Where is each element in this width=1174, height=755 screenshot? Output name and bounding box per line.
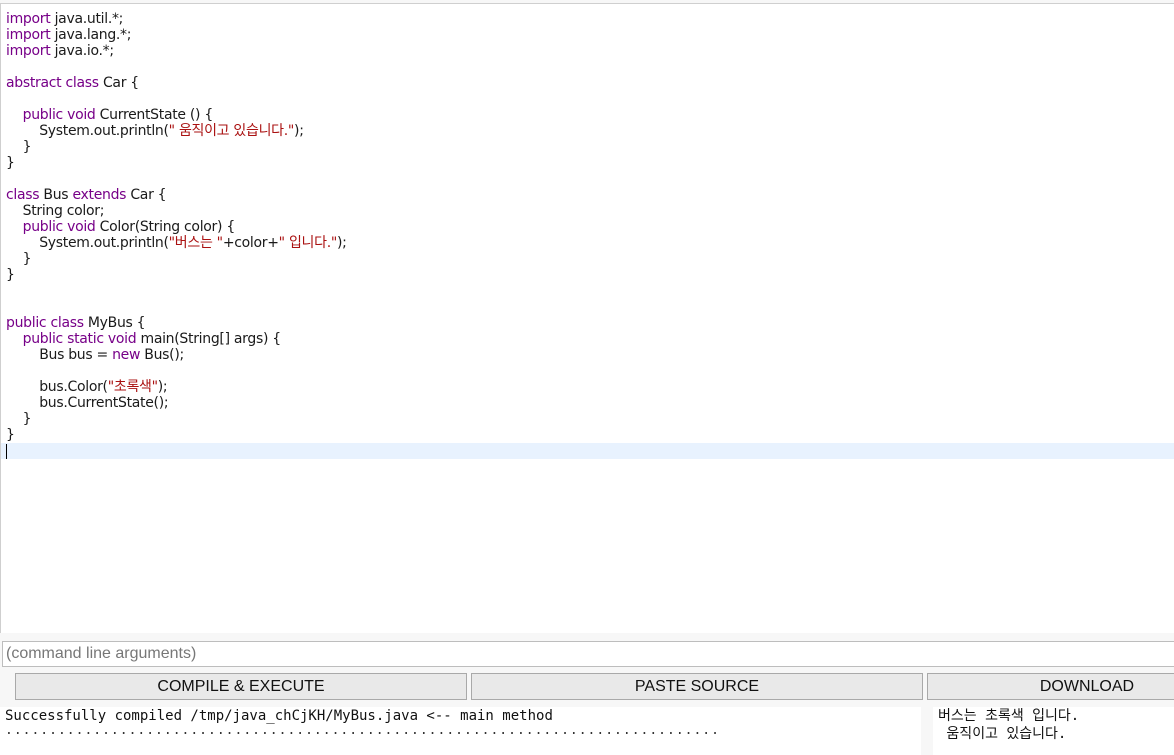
- code-text: Bus: [39, 187, 73, 203]
- code-lines[interactable]: import java.util.*; import java.lang.*; im…: [1, 11, 1174, 459]
- compile-output-pane: Successfully compiled /tmp/java_chCjKH/M…: [0, 707, 921, 755]
- code-line[interactable]: [1, 299, 1174, 315]
- code-string: "버스는 ": [168, 235, 223, 251]
- code-text: Car {: [98, 75, 139, 91]
- code-line[interactable]: [1, 283, 1174, 299]
- code-text: );: [157, 379, 168, 395]
- code-text: bus.Color(: [6, 379, 108, 395]
- code-line[interactable]: System.out.println("버스는 "+color+" 입니다.")…: [1, 235, 1174, 251]
- code-line[interactable]: [1, 171, 1174, 187]
- code-keyword: extends: [72, 187, 127, 203]
- code-text: }: [6, 251, 32, 267]
- code-keyword: void: [107, 331, 137, 347]
- code-line[interactable]: public void Color(String color) {: [1, 219, 1174, 235]
- code-keyword: import: [6, 11, 51, 27]
- code-line[interactable]: public static void main(String[] args) {: [1, 331, 1174, 347]
- code-line[interactable]: String color;: [1, 203, 1174, 219]
- code-keyword: abstract: [6, 75, 62, 91]
- code-text: java.lang.*;: [50, 27, 132, 43]
- code-line[interactable]: }: [1, 427, 1174, 443]
- code-text: }: [6, 427, 15, 443]
- online-java-compiler: import java.util.*; import java.lang.*; im…: [0, 0, 1174, 755]
- code-keyword: static: [67, 331, 104, 347]
- code-keyword: import: [6, 43, 51, 59]
- code-text: CurrentState () {: [95, 107, 214, 123]
- code-keyword: public: [22, 219, 64, 235]
- code-line[interactable]: System.out.println(" 움직이고 있습니다.");: [1, 123, 1174, 139]
- code-keyword: public: [22, 331, 64, 347]
- code-text: }: [6, 155, 15, 171]
- code-line[interactable]: }: [1, 139, 1174, 155]
- code-text: }: [6, 139, 32, 155]
- code-text: String color;: [6, 203, 105, 219]
- code-line[interactable]: [1, 91, 1174, 107]
- code-text: Bus bus =: [6, 347, 113, 363]
- code-text: bus.CurrentState();: [6, 395, 169, 411]
- code-text: java.io.*;: [50, 43, 114, 59]
- code-text: }: [6, 411, 32, 427]
- program-output-pane: 버스는 초록색 입니다. 움직이고 있습니다.: [933, 707, 1174, 755]
- code-line[interactable]: public class MyBus {: [1, 315, 1174, 331]
- code-keyword: class: [50, 315, 84, 331]
- code-line[interactable]: class Bus extends Car {: [1, 187, 1174, 203]
- compile-execute-button[interactable]: COMPILE & EXECUTE: [15, 673, 467, 700]
- code-text: );: [294, 123, 304, 139]
- code-keyword: public: [22, 107, 64, 123]
- code-line[interactable]: [1, 59, 1174, 75]
- code-line[interactable]: import java.io.*;: [1, 43, 1174, 59]
- code-editor[interactable]: import java.util.*; import java.lang.*; im…: [0, 3, 1174, 633]
- code-keyword: import: [6, 27, 51, 43]
- code-line[interactable]: }: [1, 411, 1174, 427]
- code-text: java.util.*;: [50, 11, 124, 27]
- code-keyword: new: [112, 347, 141, 363]
- code-line[interactable]: [1, 443, 1174, 459]
- code-keyword: public: [6, 315, 47, 331]
- code-keyword: class: [65, 75, 100, 91]
- code-line[interactable]: }: [1, 251, 1174, 267]
- code-line[interactable]: Bus bus = new Bus();: [1, 347, 1174, 363]
- code-keyword: class: [6, 187, 40, 203]
- text-cursor: [6, 443, 7, 459]
- code-text: }: [6, 267, 15, 283]
- program-output-line: 버스는 초록색 입니다.: [938, 708, 1080, 724]
- code-line[interactable]: public void CurrentState () {: [1, 107, 1174, 123]
- code-text: Bus();: [140, 347, 184, 363]
- code-text: System.out.println(: [6, 235, 169, 251]
- code-line[interactable]: bus.CurrentState();: [1, 395, 1174, 411]
- code-line[interactable]: abstract class Car {: [1, 75, 1174, 91]
- download-button[interactable]: DOWNLOAD: [927, 673, 1174, 700]
- program-output-line: 움직이고 있습니다.: [938, 726, 1067, 742]
- code-text: System.out.println(: [6, 123, 169, 139]
- code-keyword: void: [67, 219, 96, 235]
- code-text: +color+: [222, 235, 279, 251]
- code-text: MyBus {: [83, 315, 146, 331]
- code-string: " 움직이고 있습니다.": [168, 123, 295, 139]
- command-line-arguments-input[interactable]: [2, 641, 1174, 667]
- code-text: main(String[] args) {: [136, 331, 281, 347]
- code-string: " 입니다.": [278, 235, 338, 251]
- code-string: "초록색": [107, 379, 158, 395]
- code-line[interactable]: }: [1, 155, 1174, 171]
- code-line[interactable]: import java.util.*;: [1, 11, 1174, 27]
- code-line[interactable]: [1, 363, 1174, 379]
- code-text: );: [337, 235, 347, 251]
- code-text: Color(String color) {: [95, 219, 236, 235]
- compile-dots: ........................................…: [5, 723, 720, 738]
- code-line[interactable]: }: [1, 267, 1174, 283]
- paste-source-button[interactable]: PASTE SOURCE: [471, 673, 923, 700]
- code-line[interactable]: import java.lang.*;: [1, 27, 1174, 43]
- code-line[interactable]: bus.Color("초록색");: [1, 379, 1174, 395]
- code-keyword: void: [67, 107, 96, 123]
- code-text: Car {: [126, 187, 167, 203]
